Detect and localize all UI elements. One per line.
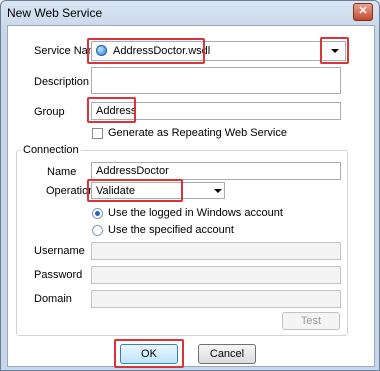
domain-input[interactable] [91, 290, 341, 308]
group-label: Group [34, 106, 65, 118]
connection-title: Connection [21, 144, 81, 156]
group-input[interactable]: Address [91, 102, 341, 120]
description-label: Description [34, 76, 90, 88]
connection-name-input[interactable]: AddressDoctor [91, 162, 341, 180]
repeating-label: Generate as Repeating Web Service [108, 127, 287, 139]
title-bar[interactable]: New Web Service ✕ [1, 1, 379, 23]
description-input[interactable] [91, 67, 341, 94]
test-button[interactable]: Test [282, 312, 340, 330]
password-label: Password [34, 269, 83, 281]
dialog-title: New Web Service [7, 6, 103, 20]
operation-select[interactable]: Validate [91, 182, 225, 199]
close-icon: ✕ [358, 5, 368, 17]
service-name-value: AddressDoctor.wsdl [113, 45, 211, 57]
password-input[interactable] [91, 266, 341, 284]
service-name-dropdown-button[interactable] [324, 41, 346, 61]
username-label: Username [34, 245, 85, 257]
chevron-down-icon [214, 189, 222, 193]
repeating-checkbox[interactable] [92, 128, 103, 139]
radio-logged-in-account[interactable] [92, 208, 103, 219]
domain-label: Domain [34, 293, 72, 305]
radio-specified-label: Use the specified account [108, 224, 234, 236]
chevron-down-icon [331, 49, 339, 53]
service-name-combobox[interactable]: AddressDoctor.wsdl [91, 41, 346, 61]
dialog-window: New Web Service ✕ Service Name AddressDo… [0, 0, 380, 371]
radio-specified-account[interactable] [92, 225, 103, 236]
operation-label: Operation [46, 185, 95, 197]
username-input[interactable] [91, 242, 341, 260]
ok-button[interactable]: OK [120, 344, 178, 364]
web-service-icon [96, 45, 107, 56]
close-button[interactable]: ✕ [353, 3, 373, 21]
cancel-button[interactable]: Cancel [198, 344, 256, 364]
radio-logged-in-label: Use the logged in Windows account [108, 207, 283, 219]
operation-value: Validate [96, 185, 135, 197]
dialog-body: Service Name AddressDoctor.wsdl Descript… [7, 25, 375, 368]
connection-name-label: Name [47, 166, 77, 178]
